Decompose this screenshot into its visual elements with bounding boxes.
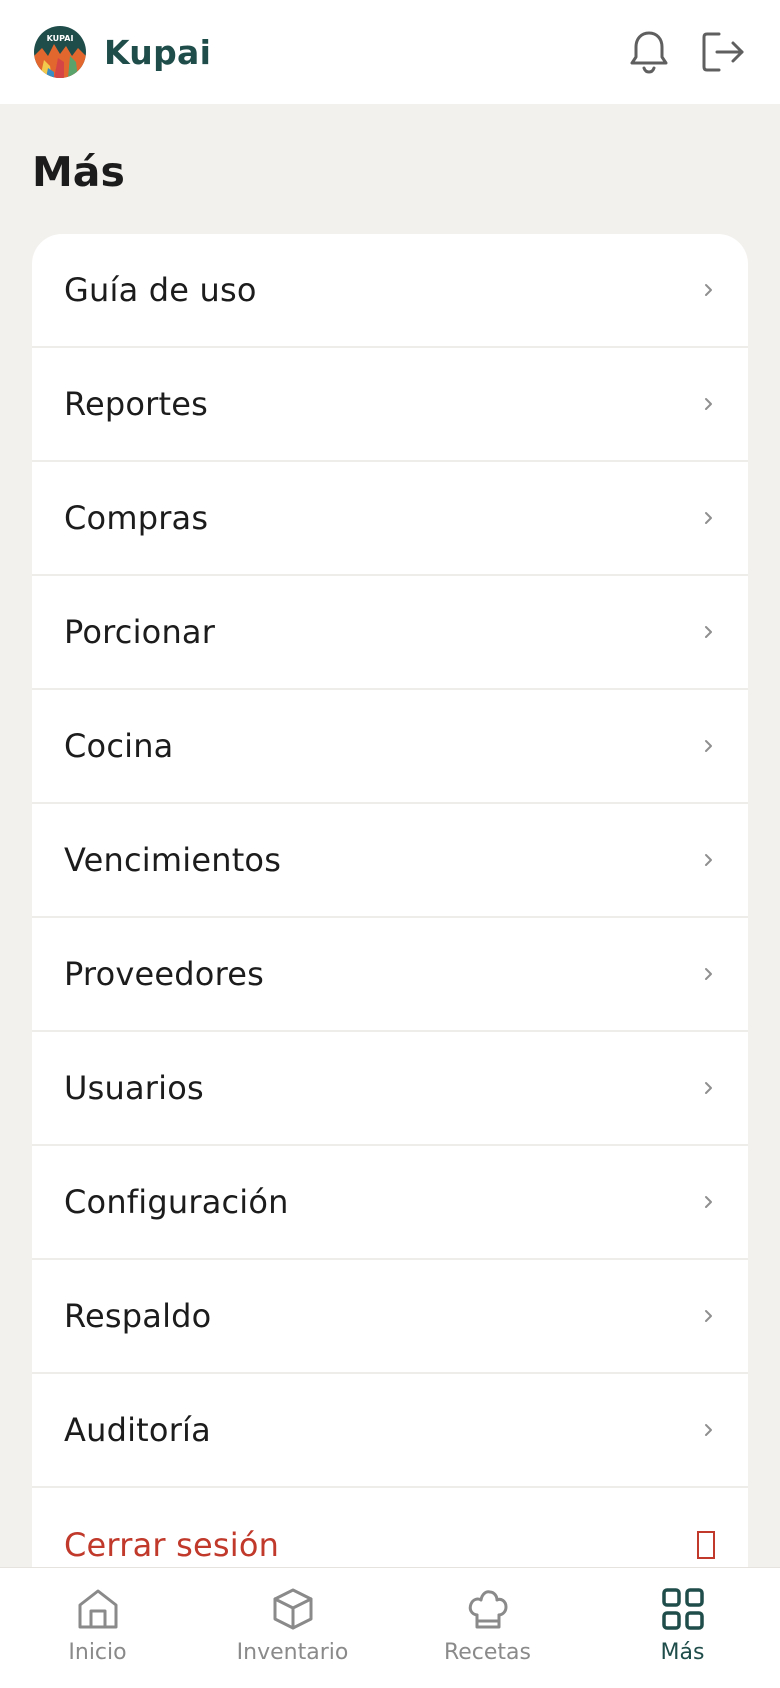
menu-item-vencimientos[interactable]: Vencimientos [32, 804, 748, 918]
nav-label: Inicio [68, 1640, 127, 1665]
chevron-right-icon [702, 736, 716, 756]
nav-item-recetas[interactable]: Recetas [390, 1568, 585, 1688]
menu-item-label: Porcionar [64, 613, 216, 651]
menu-item-label: Usuarios [64, 1069, 204, 1107]
menu-item-label: Guía de uso [64, 271, 257, 309]
menu-item-reportes[interactable]: Reportes [32, 348, 748, 462]
chevron-right-icon [702, 964, 716, 984]
menu-item-compras[interactable]: Compras [32, 462, 748, 576]
menu-item-respaldo[interactable]: Respaldo [32, 1260, 748, 1374]
box-icon [270, 1586, 316, 1632]
logout-icon[interactable] [700, 29, 746, 75]
grid-icon [660, 1586, 706, 1632]
menu-item-label: Reportes [64, 385, 209, 423]
chevron-right-icon [702, 1306, 716, 1326]
logout-label: Cerrar sesión [64, 1526, 280, 1564]
menu-item-label: Proveedores [64, 955, 264, 993]
logout-glyph-icon [696, 1530, 716, 1560]
menu-item-label: Cocina [64, 727, 174, 765]
chef-hat-icon [465, 1586, 511, 1632]
bell-icon[interactable] [626, 29, 672, 75]
menu-item-guia-de-uso[interactable]: Guía de uso [32, 234, 748, 348]
menu-item-label: Configuración [64, 1183, 289, 1221]
app-root: KUPAI Kupai Más Guía de uso Reportes Com… [0, 0, 780, 1688]
chevron-right-icon [702, 394, 716, 414]
menu-item-proveedores[interactable]: Proveedores [32, 918, 748, 1032]
chevron-right-icon [702, 280, 716, 300]
menu-item-label: Auditoría [64, 1411, 211, 1449]
menu-item-label: Compras [64, 499, 209, 537]
chevron-right-icon [702, 850, 716, 870]
page-title: Más [32, 148, 125, 196]
chevron-right-icon [702, 1078, 716, 1098]
top-header: KUPAI Kupai [0, 0, 780, 104]
chevron-right-icon [702, 1192, 716, 1212]
bottom-navigation: Inicio Inventario Recetas Más [0, 1567, 780, 1688]
header-actions [626, 29, 746, 75]
chevron-right-icon [702, 508, 716, 528]
nav-item-inventario[interactable]: Inventario [195, 1568, 390, 1688]
menu-item-porcionar[interactable]: Porcionar [32, 576, 748, 690]
home-icon [75, 1586, 121, 1632]
nav-label: Recetas [443, 1640, 532, 1665]
svg-text:KUPAI: KUPAI [47, 34, 74, 43]
menu-list: Guía de uso Reportes Compras Porcionar C… [32, 234, 748, 1602]
menu-item-label: Vencimientos [64, 841, 282, 879]
chevron-right-icon [702, 622, 716, 642]
menu-item-configuracion[interactable]: Configuración [32, 1146, 748, 1260]
menu-item-usuarios[interactable]: Usuarios [32, 1032, 748, 1146]
menu-item-label: Respaldo [64, 1297, 212, 1335]
chevron-right-icon [702, 1420, 716, 1440]
app-name: Kupai [104, 32, 212, 72]
menu-item-auditoria[interactable]: Auditoría [32, 1374, 748, 1488]
nav-label: Más [660, 1640, 705, 1665]
nav-label: Inventario [236, 1640, 349, 1665]
app-logo[interactable]: KUPAI [34, 26, 86, 78]
nav-item-inicio[interactable]: Inicio [0, 1568, 195, 1688]
nav-item-mas[interactable]: Más [585, 1568, 780, 1688]
menu-item-cocina[interactable]: Cocina [32, 690, 748, 804]
